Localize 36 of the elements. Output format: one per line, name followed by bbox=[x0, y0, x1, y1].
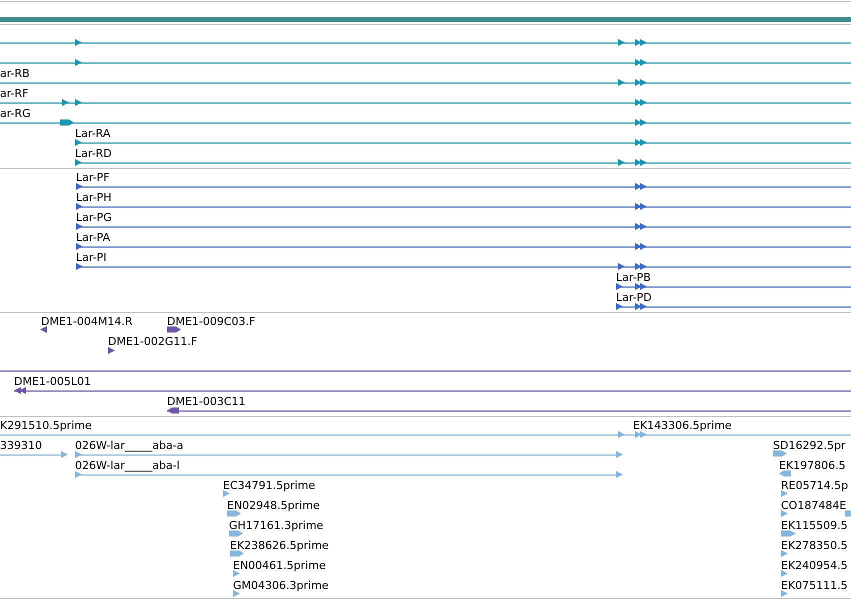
feature-label: ar-RB bbox=[0, 67, 30, 80]
feature-label: Lar-PG bbox=[76, 211, 112, 224]
feature-label: 026W-lar_____aba-l bbox=[75, 459, 180, 472]
feature-label: ar-RG bbox=[0, 107, 31, 120]
feature-label: DME1-003C11 bbox=[167, 395, 246, 408]
feature-label: Lar-PI bbox=[76, 251, 107, 264]
feature-label: Lar-PB bbox=[616, 271, 651, 284]
feature-label: EN02948.5prime bbox=[227, 499, 320, 512]
feature-label: DME1-009C03.F bbox=[167, 315, 256, 328]
feature-label: ar-RF bbox=[0, 87, 28, 100]
feature-label: Lar-PA bbox=[76, 231, 110, 244]
feature-label: RE05714.5p bbox=[781, 479, 848, 492]
feature-label: K291510.5prime bbox=[0, 419, 92, 432]
feature-label: DME1-004M14.R bbox=[41, 315, 133, 328]
feature-label: CO187484E bbox=[781, 499, 846, 512]
feature-label: Lar-PF bbox=[76, 171, 110, 184]
feature-label: DME1-005L01 bbox=[14, 375, 91, 388]
feature-label: Lar-RD bbox=[75, 147, 112, 160]
feature-label: GH17161.3prime bbox=[229, 519, 324, 532]
feature-label: EK115509.5 bbox=[781, 519, 848, 532]
feature-label: EK238626.5prime bbox=[230, 539, 329, 552]
feature-label: EK075111.5 bbox=[781, 579, 848, 592]
feature-label: EN00461.5prime bbox=[233, 559, 326, 572]
feature-label: EK278350.5 bbox=[781, 539, 848, 552]
feature-label: Lar-RA bbox=[75, 127, 110, 140]
feature-label: 026W-lar_____aba-a bbox=[75, 439, 184, 452]
feature-label: EK143306.5prime bbox=[633, 419, 732, 432]
feature-label: DME1-002G11.F bbox=[108, 335, 198, 348]
feature-label: SD16292.5pr bbox=[773, 439, 846, 452]
feature-label: 339310 bbox=[0, 439, 42, 452]
feature-label: EK240954.5 bbox=[781, 559, 848, 572]
feature-label: Lar-PD bbox=[616, 291, 652, 304]
feature-label: Lar-PH bbox=[76, 191, 112, 204]
feature-label: EK197806.5 bbox=[779, 459, 846, 472]
feature-label: GM04306.3prime bbox=[233, 579, 329, 592]
feature-label: EC34791.5prime bbox=[223, 479, 316, 492]
